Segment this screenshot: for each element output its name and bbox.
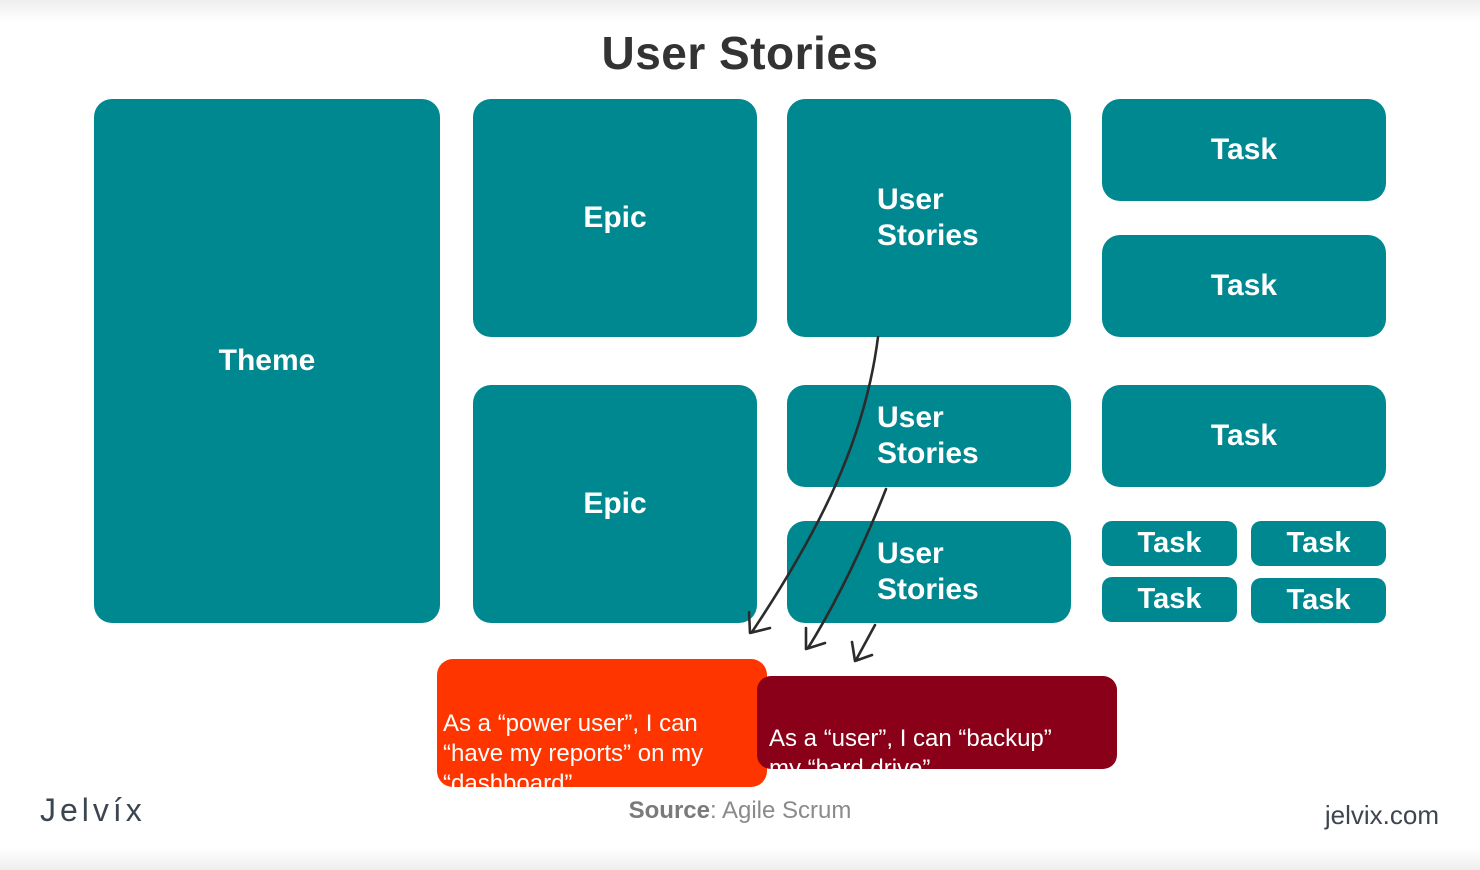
task-box: Task <box>1102 235 1386 337</box>
page-title: User Stories <box>601 27 879 79</box>
task-label: Task <box>1286 584 1351 616</box>
source-caption: Source: Agile Scrum <box>0 797 1480 825</box>
user-stories-label: User Stories <box>877 183 979 252</box>
epic-box: Epic <box>473 99 757 337</box>
source-value: : Agile Scrum <box>709 797 852 824</box>
bottom-shade <box>0 848 1480 870</box>
top-shade <box>0 0 1480 22</box>
power-user-story-text: As a “power user”, I can “have my report… <box>443 710 704 797</box>
arrow-story-3 <box>854 623 877 662</box>
arrowhead-icon <box>850 640 874 663</box>
user-stories-box: User Stories <box>787 99 1071 337</box>
power-user-story-note: As a “power user”, I can “have my report… <box>437 659 767 797</box>
user-stories-label: User Stories <box>877 401 979 470</box>
task-box: Task <box>1102 385 1386 487</box>
task-label: Task <box>1137 583 1202 615</box>
task-label: Task <box>1210 419 1278 452</box>
task-label: Task <box>1210 269 1278 302</box>
task-label: Task <box>1286 527 1351 559</box>
task-box: Task <box>1102 521 1237 566</box>
theme-label: Theme <box>218 344 316 377</box>
theme-box: Theme <box>94 99 440 623</box>
site-url[interactable]: jelvix.com <box>1325 800 1439 831</box>
task-box: Task <box>1102 99 1386 201</box>
user-stories-box: User Stories <box>787 521 1071 623</box>
user-story-note: As a “user”, I can “backup” my “hard dri… <box>757 676 1117 782</box>
task-label: Task <box>1137 527 1202 559</box>
task-box: Task <box>1102 577 1237 622</box>
epic-box: Epic <box>473 385 757 623</box>
arrowhead-icon <box>804 626 827 651</box>
source-label: Source <box>628 797 710 824</box>
user-stories-label: User Stories <box>877 537 979 606</box>
epic-label: Epic <box>583 487 647 520</box>
user-story-text: As a “user”, I can “backup” my “hard dri… <box>769 725 1052 782</box>
user-stories-box: User Stories <box>787 385 1071 487</box>
task-label: Task <box>1210 133 1278 166</box>
task-box: Task <box>1251 521 1386 566</box>
epic-label: Epic <box>583 201 647 234</box>
task-box: Task <box>1251 578 1386 623</box>
